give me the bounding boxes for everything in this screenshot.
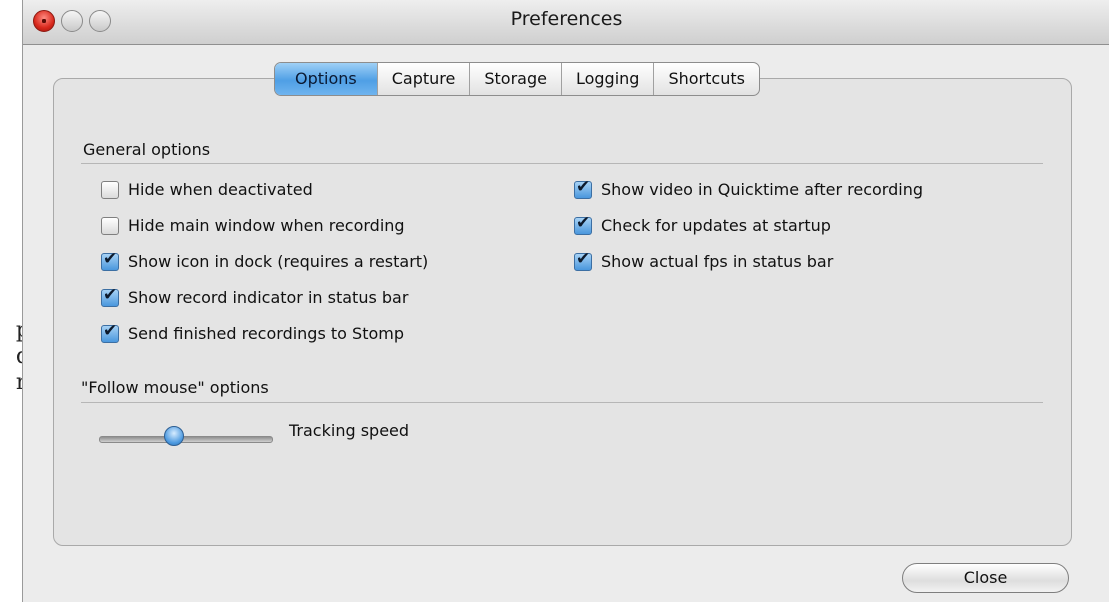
send-to-stomp-checkbox[interactable]: Send finished recordings to Stomp: [101, 321, 404, 343]
tab-shortcuts[interactable]: Shortcuts: [653, 63, 758, 95]
general-options-divider: [81, 163, 1043, 164]
tracking-speed-slider-track[interactable]: [99, 436, 273, 443]
checkbox-label: Send finished recordings to Stomp: [128, 324, 404, 343]
general-options-heading: General options: [83, 140, 211, 159]
checkbox-label: Check for updates at startup: [601, 216, 831, 235]
show-icon-in-dock-checkbox[interactable]: Show icon in dock (requires a restart): [101, 249, 429, 271]
tab-capture[interactable]: Capture: [376, 63, 470, 95]
close-button[interactable]: Close: [902, 563, 1069, 593]
checkbox-box[interactable]: [101, 321, 119, 343]
checkbox-label: Show video in Quicktime after recording: [601, 180, 923, 199]
checkbox-label: Show actual fps in status bar: [601, 252, 834, 271]
tab-options[interactable]: Options: [275, 63, 377, 95]
checkbox-label: Show icon in dock (requires a restart): [128, 252, 429, 271]
tracking-speed-label: Tracking speed: [289, 421, 410, 440]
checkbox-box[interactable]: [574, 177, 592, 199]
checkbox-box[interactable]: [101, 180, 119, 199]
show-record-indicator-checkbox[interactable]: Show record indicator in status bar: [101, 285, 409, 307]
title-bar[interactable]: Preferences: [23, 0, 1109, 45]
show-actual-fps-checkbox[interactable]: Show actual fps in status bar: [574, 249, 834, 271]
hide-when-deactivated-checkbox[interactable]: Hide when deactivated: [101, 180, 313, 199]
tab-storage[interactable]: Storage: [469, 63, 561, 95]
tracking-speed-slider-thumb[interactable]: [164, 426, 184, 446]
checkbox-label: Hide when deactivated: [128, 180, 313, 199]
checkbox-box[interactable]: [574, 249, 592, 271]
follow-mouse-divider: [81, 402, 1043, 403]
tab-bar: Options Capture Storage Logging Shortcut…: [274, 62, 760, 96]
checkbox-box[interactable]: [101, 249, 119, 271]
hide-main-window-checkbox[interactable]: Hide main window when recording: [101, 216, 405, 235]
checkbox-box[interactable]: [101, 285, 119, 307]
follow-mouse-heading: "Follow mouse" options: [81, 378, 269, 397]
checkbox-box[interactable]: [101, 216, 119, 235]
preferences-window: Preferences Options Capture Storage Logg…: [22, 0, 1109, 602]
checkbox-label: Show record indicator in status bar: [128, 288, 409, 307]
check-for-updates-checkbox[interactable]: Check for updates at startup: [574, 213, 831, 235]
checkbox-box[interactable]: [574, 213, 592, 235]
checkbox-label: Hide main window when recording: [128, 216, 405, 235]
tab-logging[interactable]: Logging: [560, 63, 653, 95]
show-video-in-quicktime-checkbox[interactable]: Show video in Quicktime after recording: [574, 177, 923, 199]
window-title: Preferences: [510, 8, 623, 30]
